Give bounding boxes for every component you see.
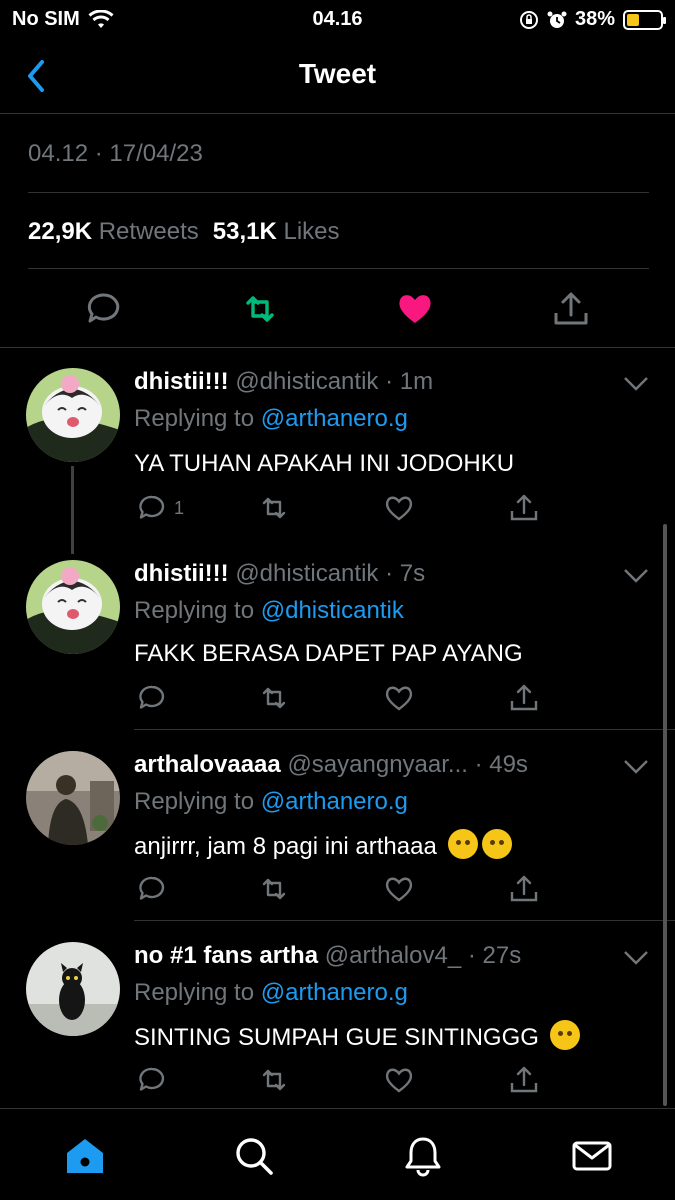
- retweet-icon[interactable]: [258, 1064, 290, 1096]
- reply-text: YA TUHAN APAKAH INI JODOHKU: [134, 450, 515, 477]
- tab-bar: [0, 1108, 675, 1200]
- battery-percent: 38%: [574, 8, 615, 30]
- avatar[interactable]: [26, 368, 120, 462]
- battery-icon: [623, 9, 666, 30]
- replying-to-link[interactable]: @dhisticantik: [261, 597, 404, 624]
- notifications-icon[interactable]: [402, 1135, 444, 1177]
- messages-icon[interactable]: [571, 1135, 613, 1177]
- share-icon[interactable]: [508, 873, 540, 905]
- reply-author: arthalovaaaa @sayangnyaar... · 49s: [134, 751, 528, 779]
- divider: [28, 268, 649, 269]
- like-icon[interactable]: [383, 492, 415, 524]
- display-name[interactable]: arthalovaaaa: [134, 751, 281, 778]
- handle-time: @arthalov4_ · 27s: [324, 942, 522, 969]
- like-icon[interactable]: [395, 289, 435, 329]
- like-icon[interactable]: [383, 873, 415, 905]
- orientation-lock-icon: [519, 10, 538, 29]
- tweet-actions: [0, 285, 675, 335]
- reply-icon[interactable]: [136, 873, 168, 905]
- divider: [134, 920, 675, 921]
- nav-bar: Tweet: [0, 40, 675, 114]
- retweet-icon[interactable]: [240, 289, 280, 329]
- replying-to: Replying to @dhisticantik: [134, 597, 404, 625]
- reply-icon[interactable]: [136, 1064, 168, 1096]
- replying-to: Replying to @arthanero.g: [134, 405, 408, 433]
- chevron-down-icon[interactable]: [623, 950, 649, 966]
- reply-count: 1: [174, 498, 185, 518]
- reply-text-row: SINTING SUMPAH GUE SINTINGGG: [134, 1020, 580, 1052]
- likes-label: Likes: [283, 218, 340, 245]
- reply-actions: [134, 1064, 554, 1098]
- reply-text: SINTING SUMPAH GUE SINTINGGG: [134, 1024, 539, 1051]
- retweets-count: 22,9K: [28, 218, 93, 245]
- handle-time: @dhisticantik · 7s: [235, 560, 426, 587]
- avatar[interactable]: [26, 751, 120, 845]
- replying-to-link[interactable]: @arthanero.g: [261, 788, 408, 815]
- display-name[interactable]: no #1 fans artha: [134, 942, 318, 969]
- handle-time: @sayangnyaar... · 49s: [287, 751, 528, 778]
- status-bar: No SIM 04.16 38%: [0, 0, 675, 38]
- search-icon[interactable]: [233, 1135, 275, 1177]
- crying-emoji-icon: [447, 829, 478, 859]
- reply-icon[interactable]: [136, 682, 168, 714]
- replying-label: Replying to: [134, 979, 255, 1006]
- reply-author: dhistii!!! @dhisticantik · 1m: [134, 368, 433, 396]
- avatar[interactable]: [26, 560, 120, 654]
- chevron-down-icon[interactable]: [623, 759, 649, 775]
- scrollbar[interactable]: [663, 524, 667, 1106]
- reply-author: dhistii!!! @dhisticantik · 7s: [134, 560, 425, 588]
- thread-line: [71, 466, 74, 554]
- display-name[interactable]: dhistii!!!: [134, 368, 229, 395]
- retweet-icon[interactable]: [258, 682, 290, 714]
- crying-emoji-icon: [481, 829, 512, 859]
- reply-text: FAKK BERASA DAPET PAP AYANG: [134, 640, 523, 667]
- retweet-icon[interactable]: [258, 873, 290, 905]
- share-icon[interactable]: [551, 289, 591, 329]
- share-icon[interactable]: [508, 682, 540, 714]
- like-icon[interactable]: [383, 1064, 415, 1096]
- tweet-timestamp: 04.12 · 17/04/23: [28, 140, 203, 167]
- page-title: Tweet: [298, 58, 377, 89]
- like-icon[interactable]: [383, 682, 415, 714]
- reply-actions: 1: [134, 492, 554, 526]
- replying-to-link[interactable]: @arthanero.g: [261, 979, 408, 1006]
- reply-text-row: anjirrr, jam 8 pagi ini arthaaa: [134, 829, 512, 861]
- alarm-icon: [547, 11, 567, 28]
- reply-icon[interactable]: [136, 492, 168, 524]
- home-icon[interactable]: [64, 1135, 106, 1177]
- replying-label: Replying to: [134, 788, 255, 815]
- reply-text: anjirrr, jam 8 pagi ini arthaaa: [134, 833, 437, 860]
- weary-emoji-icon: [549, 1020, 580, 1050]
- replying-label: Replying to: [134, 597, 255, 624]
- chevron-down-icon[interactable]: [623, 376, 649, 392]
- replying-to: Replying to @arthanero.g: [134, 979, 408, 1007]
- replying-label: Replying to: [134, 405, 255, 432]
- share-icon[interactable]: [508, 492, 540, 524]
- divider: [134, 729, 675, 730]
- share-icon[interactable]: [508, 1064, 540, 1096]
- reply-actions: [134, 682, 554, 716]
- divider: [0, 347, 675, 348]
- reply-author: no #1 fans artha @arthalov4_ · 27s: [134, 942, 521, 970]
- replying-to-link[interactable]: @arthanero.g: [261, 405, 408, 432]
- replying-to: Replying to @arthanero.g: [134, 788, 408, 816]
- retweet-icon[interactable]: [258, 492, 290, 524]
- reply-actions: [134, 873, 554, 907]
- retweets-label: Retweets: [98, 218, 199, 245]
- display-name[interactable]: dhistii!!!: [134, 560, 229, 587]
- likes-count: 53,1K: [212, 218, 277, 245]
- divider: [28, 192, 649, 193]
- reply-icon[interactable]: [84, 289, 124, 329]
- likes-stat[interactable]: 53,1K Likes: [213, 218, 340, 246]
- retweets-stat[interactable]: 22,9K Retweets: [28, 218, 199, 246]
- chevron-down-icon[interactable]: [623, 568, 649, 584]
- avatar[interactable]: [26, 942, 120, 1036]
- tweet-stats: 22,9K Retweets 53,1K Likes: [28, 218, 340, 246]
- handle-time: @dhisticantik · 1m: [235, 368, 434, 395]
